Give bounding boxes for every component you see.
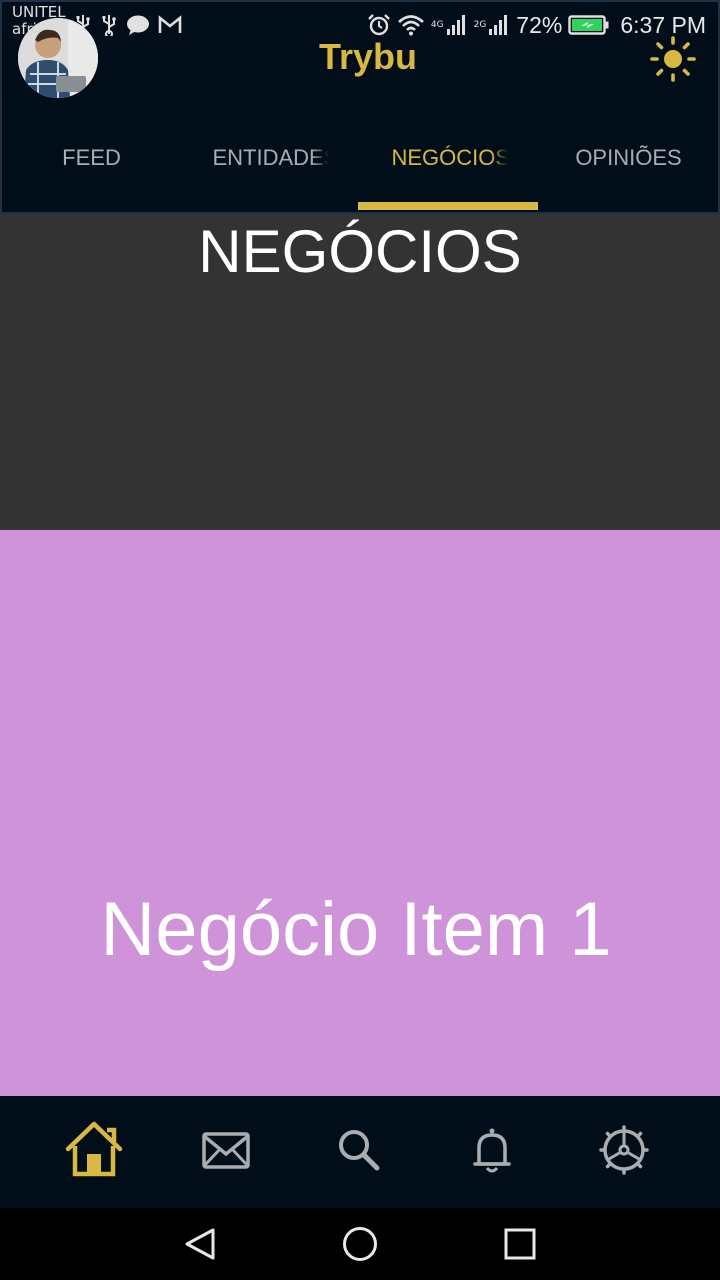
sun-icon: [650, 36, 696, 86]
wifi-icon: [397, 14, 425, 36]
home-circle-icon: [340, 1227, 380, 1268]
app-title: Trybu: [2, 36, 718, 78]
tab-negocios[interactable]: NEGÓCIOS: [360, 130, 539, 190]
app-title-text: Trybu: [318, 36, 417, 77]
network-type-2: 2G: [473, 19, 487, 30]
business-item-card[interactable]: [0, 530, 720, 1096]
theme-toggle-button[interactable]: [650, 36, 696, 82]
network-type-1: 4G: [430, 19, 444, 30]
system-back-button[interactable]: [180, 1224, 220, 1264]
notification-icons: [74, 14, 182, 36]
business-item-title: Negócio Item 1: [100, 887, 612, 972]
app-header: UNITEL africell: [0, 0, 720, 214]
nav-settings-button[interactable]: [592, 1118, 656, 1182]
system-recents-button[interactable]: [500, 1224, 540, 1264]
nav-search-button[interactable]: [326, 1118, 390, 1182]
nav-notifications-button[interactable]: [460, 1118, 524, 1182]
system-home-button[interactable]: [340, 1224, 380, 1264]
tab-label: FEED: [62, 145, 121, 170]
app-screen: UNITEL africell: [0, 0, 720, 1280]
tab-entidades[interactable]: ENTIDADES: [181, 130, 360, 190]
chat-icon: [126, 14, 150, 36]
bell-icon: [460, 1118, 524, 1182]
signal-icon: [446, 14, 468, 36]
nav-home-button[interactable]: [62, 1118, 126, 1182]
back-icon: [180, 1228, 220, 1268]
active-tab-indicator: [358, 202, 538, 210]
tab-feed[interactable]: FEED: [2, 130, 181, 190]
search-icon: [326, 1118, 390, 1182]
tab-label: OPINIÕES: [575, 145, 682, 170]
alarm-icon: [367, 13, 391, 37]
system-navigation-bar: [0, 1208, 720, 1280]
tab-label: NEGÓCIOS: [391, 145, 508, 170]
battery-percent: 72%: [516, 11, 563, 38]
battery-charging-icon: [568, 14, 610, 36]
tab-opinioes[interactable]: OPINIÕES: [539, 130, 718, 190]
tab-bar: FEED ENTIDADES NEGÓCIOS OPINIÕES: [2, 130, 718, 190]
bottom-navigation: [0, 1096, 720, 1208]
status-clock: 6:37 PM: [620, 11, 706, 38]
mail-icon: [194, 1118, 258, 1182]
gmail-icon: [158, 15, 182, 35]
tab-label: ENTIDADES: [212, 145, 329, 170]
recents-icon: [500, 1228, 540, 1268]
page-title: NEGÓCIOS: [198, 218, 522, 285]
signal-icon: [488, 14, 510, 36]
nav-messages-button[interactable]: [194, 1118, 258, 1182]
home-icon: [62, 1118, 126, 1182]
settings-icon: [592, 1118, 656, 1182]
usb-icon: [100, 14, 118, 36]
